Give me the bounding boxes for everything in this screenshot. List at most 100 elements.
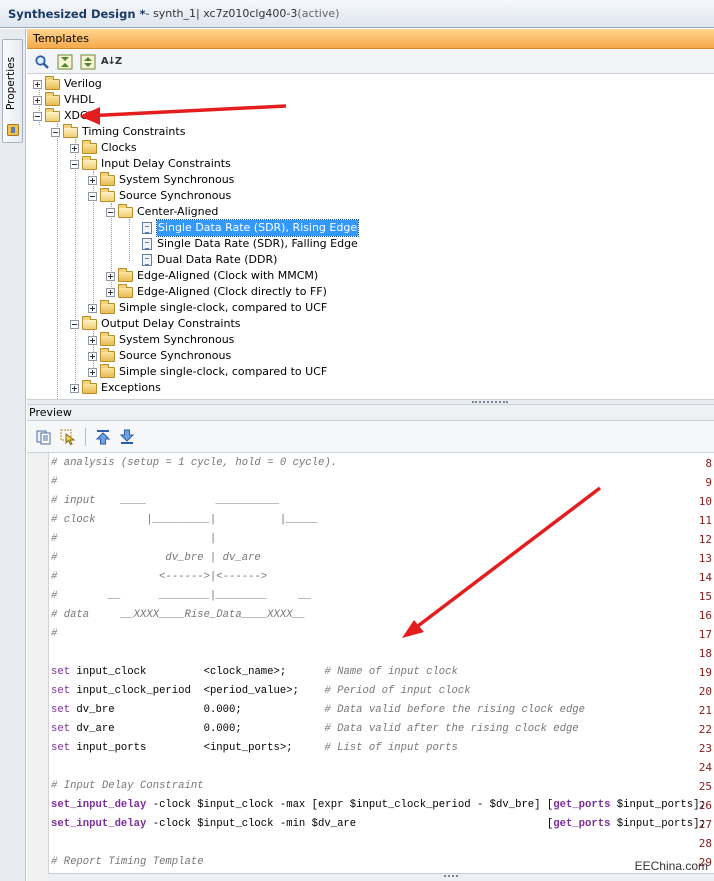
code-comment: # data __XXXX____Rise_Data____XXXX__ [51, 609, 306, 621]
tree-line [129, 219, 130, 261]
line-number: 21 [698, 704, 712, 717]
select-cursor-icon[interactable] [59, 428, 77, 446]
tree-item-exceptions[interactable]: Exceptions [70, 379, 161, 396]
line-number: 10 [698, 495, 712, 508]
tree-item-timing-constraints[interactable]: Timing Constraints [51, 123, 185, 140]
line-number: 22 [698, 723, 712, 736]
code-line: set dv_are 0.000; # Data valid after the… [51, 723, 579, 735]
tree-item-xdc[interactable]: XDC [33, 107, 88, 124]
line-number: 14 [698, 571, 712, 584]
code-line: set input_clock <clock_name>; # Name of … [51, 666, 458, 678]
tree-item-ddr[interactable]: Dual Data Rate (DDR) [142, 252, 277, 268]
folder-icon [100, 347, 115, 362]
expand-toggle[interactable] [88, 175, 97, 185]
sort-az-icon[interactable]: A↓Z [101, 53, 122, 71]
scroll-bottom-icon[interactable] [118, 428, 136, 446]
line-number: 18 [698, 647, 712, 660]
expand-toggle[interactable] [88, 367, 97, 377]
tree-item-sdr-falling-edge[interactable]: Single Data Rate (SDR), Falling Edge [142, 236, 358, 252]
folder-icon [118, 267, 133, 282]
scrollbar-grip[interactable] [444, 875, 458, 878]
tree-item-system-synchronous[interactable]: System Synchronous [88, 171, 234, 188]
code-line: set_input_delay -clock $input_clock -max… [51, 799, 706, 811]
expand-toggle[interactable] [88, 303, 97, 313]
tree-item-edge-aligned-ff[interactable]: Edge-Aligned (Clock directly to FF) [106, 283, 327, 300]
collapse-toggle[interactable] [88, 191, 97, 201]
tree-item-source-synchronous[interactable]: Source Synchronous [88, 187, 231, 204]
collapse-toggle[interactable] [70, 319, 79, 329]
code-comment: # [51, 476, 58, 488]
expand-toggle[interactable] [33, 95, 42, 105]
tree-line [75, 139, 76, 389]
collapse-toggle[interactable] [106, 207, 115, 217]
folder-open-icon [82, 315, 97, 330]
expand-toggle[interactable] [70, 143, 79, 153]
side-tab-strip: Properties [0, 29, 26, 881]
part-name: | xc7z010clg400-3 [196, 7, 298, 20]
code-comment: # analysis (setup = 1 cycle, hold = 0 cy… [51, 457, 338, 469]
template-file-icon [142, 238, 152, 250]
expand-toggle[interactable] [88, 351, 97, 361]
properties-icon [7, 124, 19, 136]
code-preview[interactable]: 8 9 10 11 12 13 14 15 16 17 18 19 20 21 … [27, 453, 714, 881]
folder-icon [45, 91, 60, 106]
code-line: set_input_delay -clock $input_clock -min… [51, 818, 706, 830]
expand-toggle[interactable] [70, 383, 79, 393]
tree-item-vhdl[interactable]: VHDL [33, 91, 94, 108]
tree-item-clocks[interactable]: Clocks [70, 139, 137, 156]
tree-item-output-system-synchronous[interactable]: System Synchronous [88, 331, 234, 348]
line-number: 13 [698, 552, 712, 565]
expand-toggle[interactable] [88, 335, 97, 345]
code-line: set dv_bre 0.000; # Data valid before th… [51, 704, 586, 716]
template-file-icon [142, 222, 152, 234]
template-file-icon [142, 254, 152, 266]
collapse-toggle[interactable] [33, 111, 42, 121]
copy-icon[interactable] [35, 428, 53, 446]
run-name: - synth_1 [145, 7, 197, 20]
preview-title: Preview [29, 406, 72, 419]
templates-tree: Verilog VHDL XDC Timing Constraints Cloc… [27, 75, 714, 399]
code-line: set input_ports <input_ports>; # List of… [51, 742, 458, 754]
tree-item-sdr-rising-edge[interactable]: Single Data Rate (SDR), Rising Edge [142, 219, 360, 237]
line-number: 16 [698, 609, 712, 622]
tree-item-output-simple-single-clock[interactable]: Simple single-clock, compared to UCF [88, 363, 327, 380]
tree-item-output-delay-constraints[interactable]: Output Delay Constraints [70, 315, 241, 332]
scroll-top-icon[interactable] [94, 428, 112, 446]
line-number: 15 [698, 590, 712, 603]
tree-item-edge-aligned-mmcm[interactable]: Edge-Aligned (Clock with MMCM) [106, 267, 318, 284]
search-icon[interactable] [33, 53, 51, 71]
templates-header: Templates [27, 29, 714, 49]
tree-item-input-delay-constraints[interactable]: Input Delay Constraints [70, 155, 231, 172]
tree-item-center-aligned[interactable]: Center-Aligned [106, 203, 218, 220]
line-number: 20 [698, 685, 712, 698]
expand-toggle[interactable] [106, 271, 115, 281]
design-title: Synthesized Design * [8, 6, 146, 21]
expand-toggle[interactable] [33, 79, 42, 89]
horizontal-scrollbar[interactable] [48, 873, 714, 881]
folder-open-icon [45, 107, 60, 122]
line-number: 12 [698, 533, 712, 546]
collapse-all-icon[interactable] [56, 53, 74, 71]
tree-item-output-source-synchronous[interactable]: Source Synchronous [88, 347, 231, 364]
collapse-toggle[interactable] [70, 159, 79, 169]
line-number: 8 [705, 457, 712, 470]
code-comment: # __ ________|________ __ [51, 590, 312, 602]
code-comment: # <------>|<------> [51, 571, 268, 583]
active-status: (active) [297, 7, 340, 20]
tree-item-simple-single-clock[interactable]: Simple single-clock, compared to UCF [88, 299, 327, 316]
watermark: EEChina.com [634, 859, 708, 873]
toolbar-separator [85, 427, 86, 446]
expand-toggle[interactable] [106, 287, 115, 297]
expand-all-icon[interactable] [79, 53, 97, 71]
code-comment: # input ____ __________ [51, 495, 280, 507]
line-number: 17 [698, 628, 712, 641]
code-line: set input_clock_period <period_value>; #… [51, 685, 471, 697]
tree-item-verilog[interactable]: Verilog [33, 75, 102, 92]
splitter-grip[interactable] [472, 401, 508, 403]
collapse-toggle[interactable] [51, 127, 60, 137]
line-number: 24 [698, 761, 712, 774]
preview-toolbar [27, 421, 714, 453]
templates-toolbar: A↓Z [27, 50, 714, 74]
line-number: 9 [705, 476, 712, 489]
properties-tab[interactable]: Properties [2, 39, 23, 143]
